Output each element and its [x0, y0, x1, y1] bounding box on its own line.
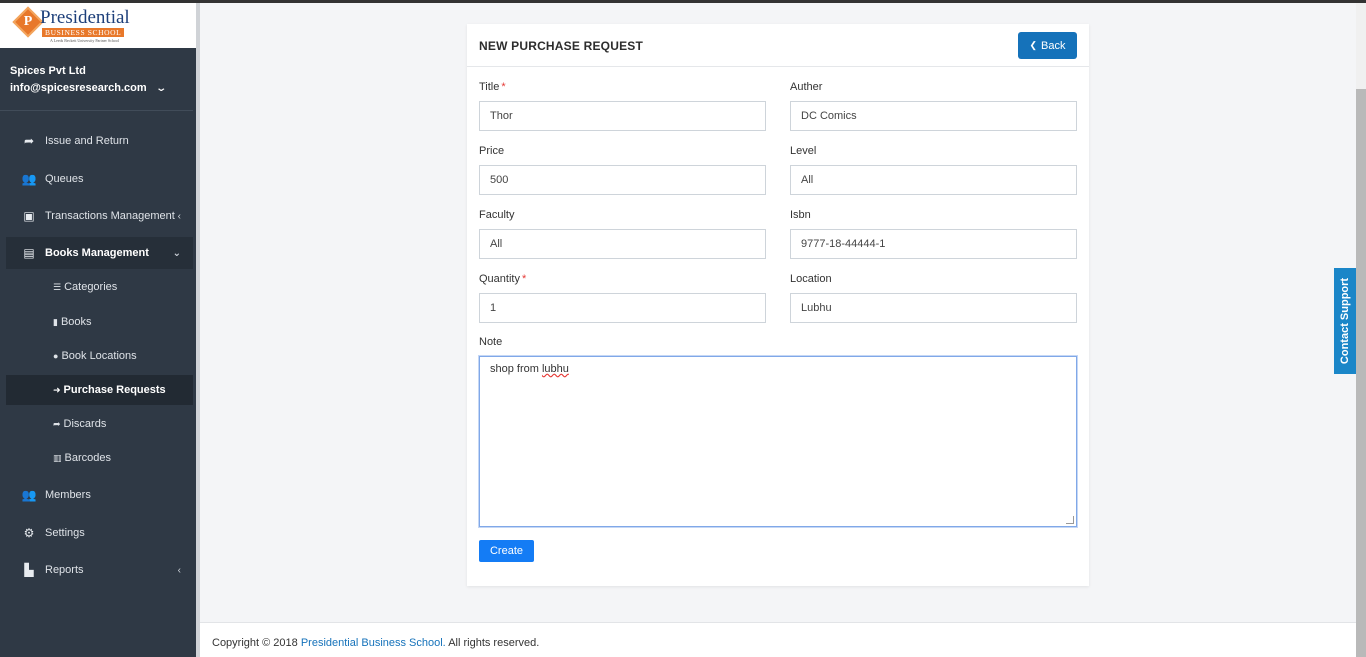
- logo-title: Presidential: [40, 7, 130, 28]
- subnav-books[interactable]: ▮ Books: [6, 307, 193, 337]
- quantity-input[interactable]: [479, 293, 766, 323]
- chevron-left-icon: ❮: [1029, 40, 1038, 50]
- price-input[interactable]: [479, 165, 766, 195]
- book-icon: ▮: [53, 316, 58, 327]
- logo-emblem-icon: P: [12, 6, 44, 38]
- isbn-input[interactable]: [790, 229, 1077, 259]
- level-input[interactable]: [790, 165, 1077, 195]
- sign-in-icon: ➜: [53, 384, 61, 395]
- author-label: Auther: [790, 81, 823, 93]
- chevron-left-icon: ‹: [177, 564, 181, 576]
- faculty-label: Faculty: [479, 209, 515, 221]
- sign-out-icon: ➦: [53, 418, 61, 429]
- card-header: NEW PURCHASE REQUEST ❮ Back: [467, 24, 1089, 67]
- copyright-text: Copyright © 2018 Presidential Business S…: [212, 637, 540, 649]
- author-input[interactable]: [790, 101, 1077, 131]
- page-scrollbar[interactable]: [1356, 3, 1366, 657]
- location-label: Location: [790, 273, 832, 285]
- chevron-down-icon: ⌄: [172, 247, 181, 259]
- users-icon: 👥: [21, 172, 37, 186]
- sidebar: P Presidential BUSINESS SCHOOL A Leeds B…: [0, 3, 200, 657]
- nav-settings[interactable]: ⚙ Settings: [6, 517, 193, 549]
- quantity-label: Quantity *: [479, 273, 527, 285]
- money-icon: ▣: [23, 209, 35, 223]
- company-name: Spices Pvt Ltd: [10, 65, 86, 77]
- contact-support-tab[interactable]: Contact Support: [1334, 268, 1356, 374]
- location-input[interactable]: [790, 293, 1077, 323]
- nav-issue-return[interactable]: ➦ Issue and Return: [6, 125, 193, 157]
- logo[interactable]: P Presidential BUSINESS SCHOOL A Leeds B…: [0, 3, 196, 48]
- title-input[interactable]: [479, 101, 766, 131]
- nav-books-management[interactable]: ▤ Books Management ⌄: [6, 237, 193, 269]
- chevron-down-icon[interactable]: ⌄: [155, 83, 167, 94]
- faculty-input[interactable]: [479, 229, 766, 259]
- footer-brand-link[interactable]: Presidential Business School.: [301, 637, 446, 649]
- scrollbar-thumb[interactable]: [1356, 89, 1366, 657]
- note-textarea[interactable]: shop from lubhu: [479, 356, 1077, 527]
- subnav-discards[interactable]: ➦ Discards: [6, 409, 193, 439]
- bar-chart-icon: ▙: [24, 563, 34, 577]
- resize-handle-icon[interactable]: [1066, 516, 1074, 524]
- barcode-icon: ▥: [53, 452, 62, 463]
- back-button[interactable]: ❮ Back: [1018, 32, 1077, 59]
- gear-icon: ⚙: [23, 526, 35, 540]
- user-profile[interactable]: Spices Pvt Ltd info@spicesresearch.com ⌄: [10, 65, 167, 94]
- isbn-label: Isbn: [790, 209, 811, 221]
- sign-out-icon: ➦: [23, 134, 35, 148]
- nav-transactions-management[interactable]: ▣ Transactions Management ‹: [6, 200, 193, 232]
- user-email[interactable]: info@spicesresearch.com ⌄: [10, 82, 167, 94]
- page-title: NEW PURCHASE REQUEST: [479, 39, 644, 53]
- chevron-left-icon: ‹: [177, 210, 181, 222]
- price-label: Price: [479, 145, 505, 157]
- divider: [0, 110, 193, 111]
- note-label: Note: [479, 336, 503, 348]
- level-label: Level: [790, 145, 817, 157]
- nav-members[interactable]: 👥 Members: [6, 479, 193, 511]
- logo-subtitle: BUSINESS SCHOOL: [42, 28, 125, 37]
- subnav-purchase-requests[interactable]: ➜ Purchase Requests: [6, 375, 193, 405]
- subnav-categories[interactable]: ☰ Categories: [6, 272, 193, 302]
- users-icon: 👥: [21, 488, 37, 502]
- footer: Copyright © 2018 Presidential Business S…: [200, 622, 1356, 657]
- nav-reports[interactable]: ▙ Reports ‹: [6, 554, 193, 586]
- purchase-request-card: NEW PURCHASE REQUEST ❮ Back Title* Authe…: [467, 24, 1089, 586]
- logo-tagline: A Leeds Beckett University Partner Schoo…: [50, 38, 119, 43]
- list-icon: ☰: [53, 281, 62, 292]
- title-label: Title *: [479, 81, 506, 93]
- subnav-book-locations[interactable]: ● Book Locations: [6, 341, 193, 371]
- create-button[interactable]: Create: [479, 540, 534, 562]
- map-marker-icon: ●: [53, 351, 59, 361]
- nav-queues[interactable]: 👥 Queues: [6, 163, 193, 195]
- book-icon: ▤: [23, 246, 35, 260]
- subnav-barcodes[interactable]: ▥ Barcodes: [6, 443, 193, 473]
